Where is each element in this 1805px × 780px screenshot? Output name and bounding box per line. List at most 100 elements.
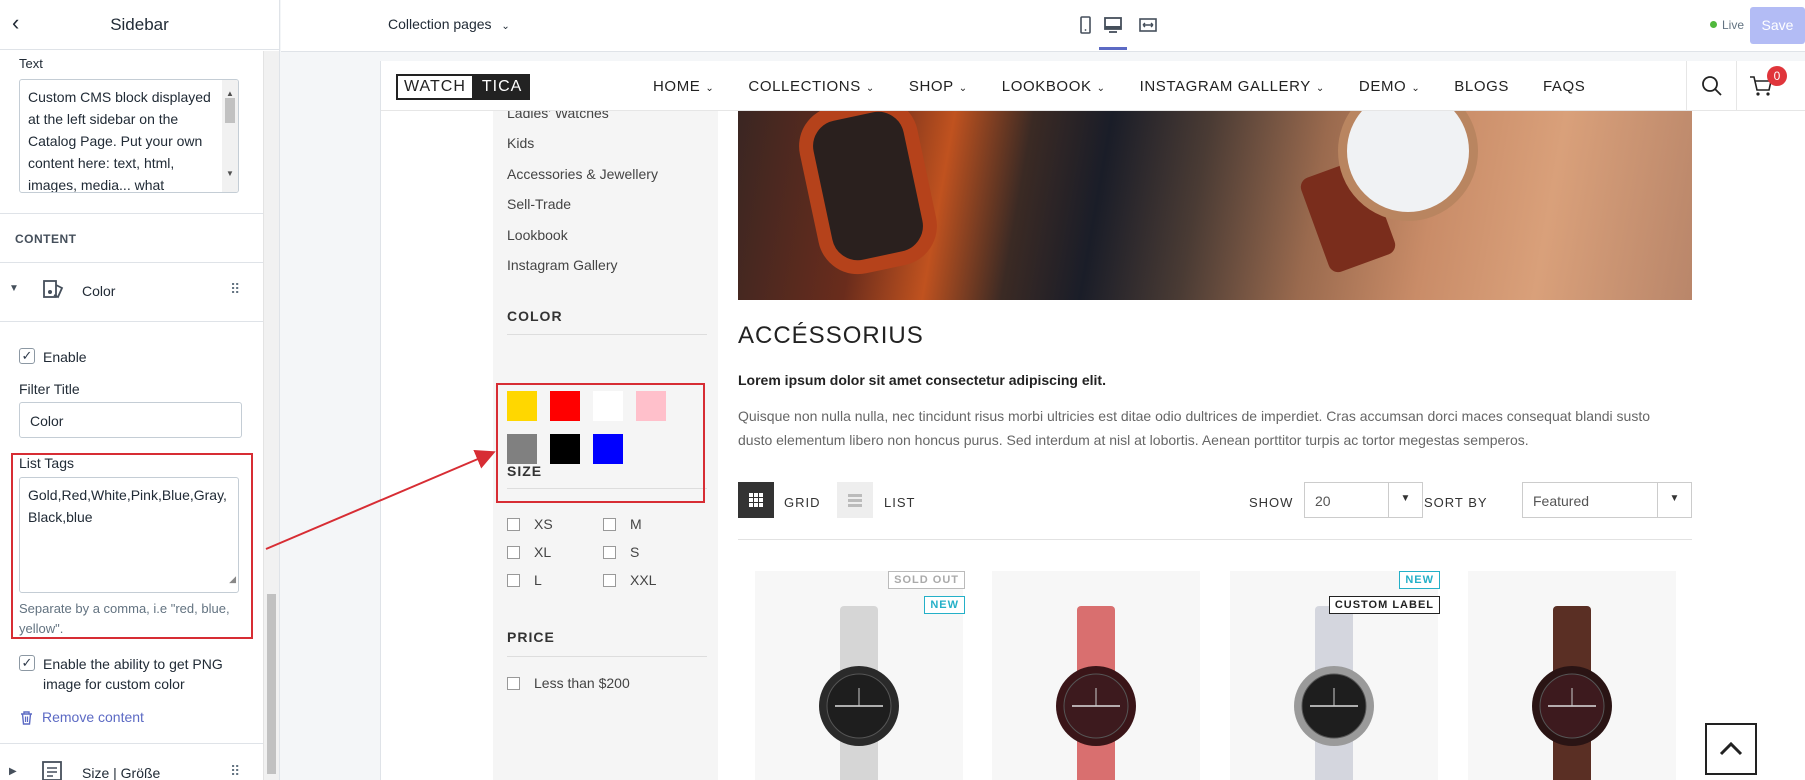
- price-option[interactable]: Less than $200: [507, 675, 630, 691]
- chevron-down-icon: ⌄: [1315, 83, 1325, 94]
- sort-select-value: Featured: [1533, 493, 1590, 509]
- list-icon: [848, 494, 862, 507]
- live-status-label: Live: [1722, 18, 1745, 32]
- remove-content-link[interactable]: Remove content: [42, 709, 144, 725]
- divider: [507, 334, 707, 335]
- fullwidth-icon[interactable]: [1138, 15, 1158, 35]
- page-selector[interactable]: Collection pages ⌄: [388, 16, 510, 32]
- store-logo[interactable]: WATCH TICA: [396, 74, 531, 100]
- size-checkbox[interactable]: [507, 574, 520, 587]
- nav-item-home[interactable]: HOME ⌄: [653, 78, 714, 95]
- size-block-row[interactable]: ▶ Size | Größe ⠿: [0, 744, 264, 780]
- show-select[interactable]: 20 ▼: [1304, 482, 1423, 518]
- enable-checkbox[interactable]: ✓: [19, 348, 35, 364]
- filter-title-input[interactable]: Color: [19, 402, 242, 438]
- divider: [0, 213, 264, 214]
- product-badge: SOLD OUT: [888, 571, 965, 589]
- grid-icon: [749, 493, 763, 507]
- save-button[interactable]: Save: [1750, 7, 1805, 44]
- size-option-xxl[interactable]: XXL: [603, 572, 656, 588]
- store-header: WATCH TICA HOME ⌄ COLLECTIONS ⌄ SHOP ⌄ LOOK…: [381, 61, 1805, 111]
- header-divider: [1686, 61, 1687, 111]
- size-option-s[interactable]: S: [603, 544, 639, 560]
- text-value: Custom CMS block displayed at the left s…: [28, 89, 211, 193]
- active-device-indicator: [1099, 47, 1127, 50]
- textarea-scrollbar[interactable]: ▲ ▼: [222, 80, 238, 192]
- size-checkbox[interactable]: [603, 518, 616, 531]
- show-select-value: 20: [1315, 493, 1331, 509]
- grid-view-button[interactable]: [738, 482, 774, 518]
- product-image[interactable]: [992, 571, 1200, 780]
- size-option-m[interactable]: M: [603, 516, 642, 532]
- collection-description: Quisque non nulla nulla, nec tincidunt r…: [738, 408, 1651, 448]
- next-block-name: Size | Größe: [82, 765, 161, 780]
- caret-right-icon[interactable]: ▶: [9, 766, 17, 777]
- collection-lead: Lorem ipsum dolor sit amet consectetur a…: [738, 372, 1106, 388]
- scroll-down-icon[interactable]: ▼: [226, 163, 234, 185]
- collection-banner-image: [738, 111, 1692, 300]
- sort-select[interactable]: Featured ▼: [1522, 482, 1692, 518]
- list-view-label[interactable]: LIST: [884, 495, 915, 510]
- editor-header: ‹ Sidebar: [0, 0, 279, 50]
- desktop-icon[interactable]: [1103, 15, 1123, 35]
- category-link[interactable]: Lookbook: [507, 227, 568, 243]
- drag-handle-icon[interactable]: ⠿: [230, 763, 240, 780]
- nav-item-instagram-gallery[interactable]: INSTAGRAM GALLERY ⌄: [1140, 78, 1325, 95]
- collection-title: ACCÉSSORIUS: [738, 322, 924, 349]
- product-card[interactable]: SOLD OUT NEW: [755, 571, 965, 780]
- size-option-l[interactable]: L: [507, 572, 542, 588]
- grid-view-label[interactable]: GRID: [784, 495, 821, 510]
- editor-scrollbar[interactable]: [263, 51, 279, 780]
- nav-item-blogs[interactable]: BLOGS: [1454, 78, 1509, 95]
- product-badge: NEW: [924, 596, 965, 614]
- product-image[interactable]: [1468, 571, 1676, 780]
- text-label: Text: [19, 56, 43, 71]
- search-icon[interactable]: [1701, 75, 1723, 97]
- banner-shape: [791, 111, 945, 282]
- logo-left: WATCH: [396, 74, 474, 100]
- size-checkbox[interactable]: [603, 574, 616, 587]
- nav-item-faqs[interactable]: FAQS: [1543, 78, 1585, 95]
- back-to-top-button[interactable]: [1705, 723, 1757, 775]
- price-filter-title: PRICE: [507, 629, 555, 645]
- enable-label: Enable: [43, 349, 87, 365]
- size-checkbox[interactable]: [507, 546, 520, 559]
- mobile-icon[interactable]: [1075, 15, 1095, 35]
- nav-item-lookbook[interactable]: LOOKBOOK ⌄: [1002, 78, 1106, 95]
- category-link[interactable]: Kids: [507, 135, 534, 151]
- nav-item-shop[interactable]: SHOP ⌄: [909, 78, 968, 95]
- product-card[interactable]: [992, 571, 1200, 780]
- live-status-dot: [1710, 21, 1717, 28]
- drag-handle-icon[interactable]: ⠿: [230, 281, 240, 298]
- product-card[interactable]: NEW CUSTOM LABEL: [1230, 571, 1440, 780]
- sort-label: SORT BY: [1424, 495, 1488, 510]
- color-swatches-highlight: [496, 383, 705, 503]
- color-block-row[interactable]: ▼ Color ⠿: [0, 263, 264, 319]
- product-badge: NEW: [1399, 571, 1440, 589]
- size-checkbox[interactable]: [603, 546, 616, 559]
- nav-item-collections[interactable]: COLLECTIONS ⌄: [748, 78, 874, 95]
- theme-editor-panel: ‹ Sidebar Text Custom CMS block displaye…: [0, 0, 280, 780]
- list-view-button[interactable]: [837, 482, 873, 518]
- nav-item-demo[interactable]: DEMO ⌄: [1359, 78, 1420, 95]
- chevron-down-icon: ⌄: [958, 83, 968, 94]
- text-block-icon: [42, 761, 62, 780]
- category-link[interactable]: Accessories & Jewellery: [507, 166, 658, 182]
- price-checkbox[interactable]: [507, 677, 520, 690]
- editor-scroll-thumb[interactable]: [267, 594, 276, 774]
- png-checkbox[interactable]: ✓: [19, 655, 35, 671]
- chevron-down-icon: ⌄: [705, 83, 715, 94]
- product-card[interactable]: [1468, 571, 1676, 780]
- size-checkbox[interactable]: [507, 518, 520, 531]
- block-name: Color: [82, 283, 116, 299]
- category-link[interactable]: Sell-Trade: [507, 196, 571, 212]
- trash-icon[interactable]: [20, 711, 33, 725]
- textarea-scroll-thumb[interactable]: [225, 98, 235, 123]
- size-option-xl[interactable]: XL: [507, 544, 551, 560]
- caret-down-icon[interactable]: ▼: [9, 283, 19, 294]
- text-textarea[interactable]: Custom CMS block displayed at the left s…: [19, 79, 239, 193]
- category-link[interactable]: Instagram Gallery: [507, 257, 617, 273]
- color-filter-title: COLOR: [507, 308, 563, 324]
- size-option-xs[interactable]: XS: [507, 516, 553, 532]
- color-block-icon: [43, 280, 64, 299]
